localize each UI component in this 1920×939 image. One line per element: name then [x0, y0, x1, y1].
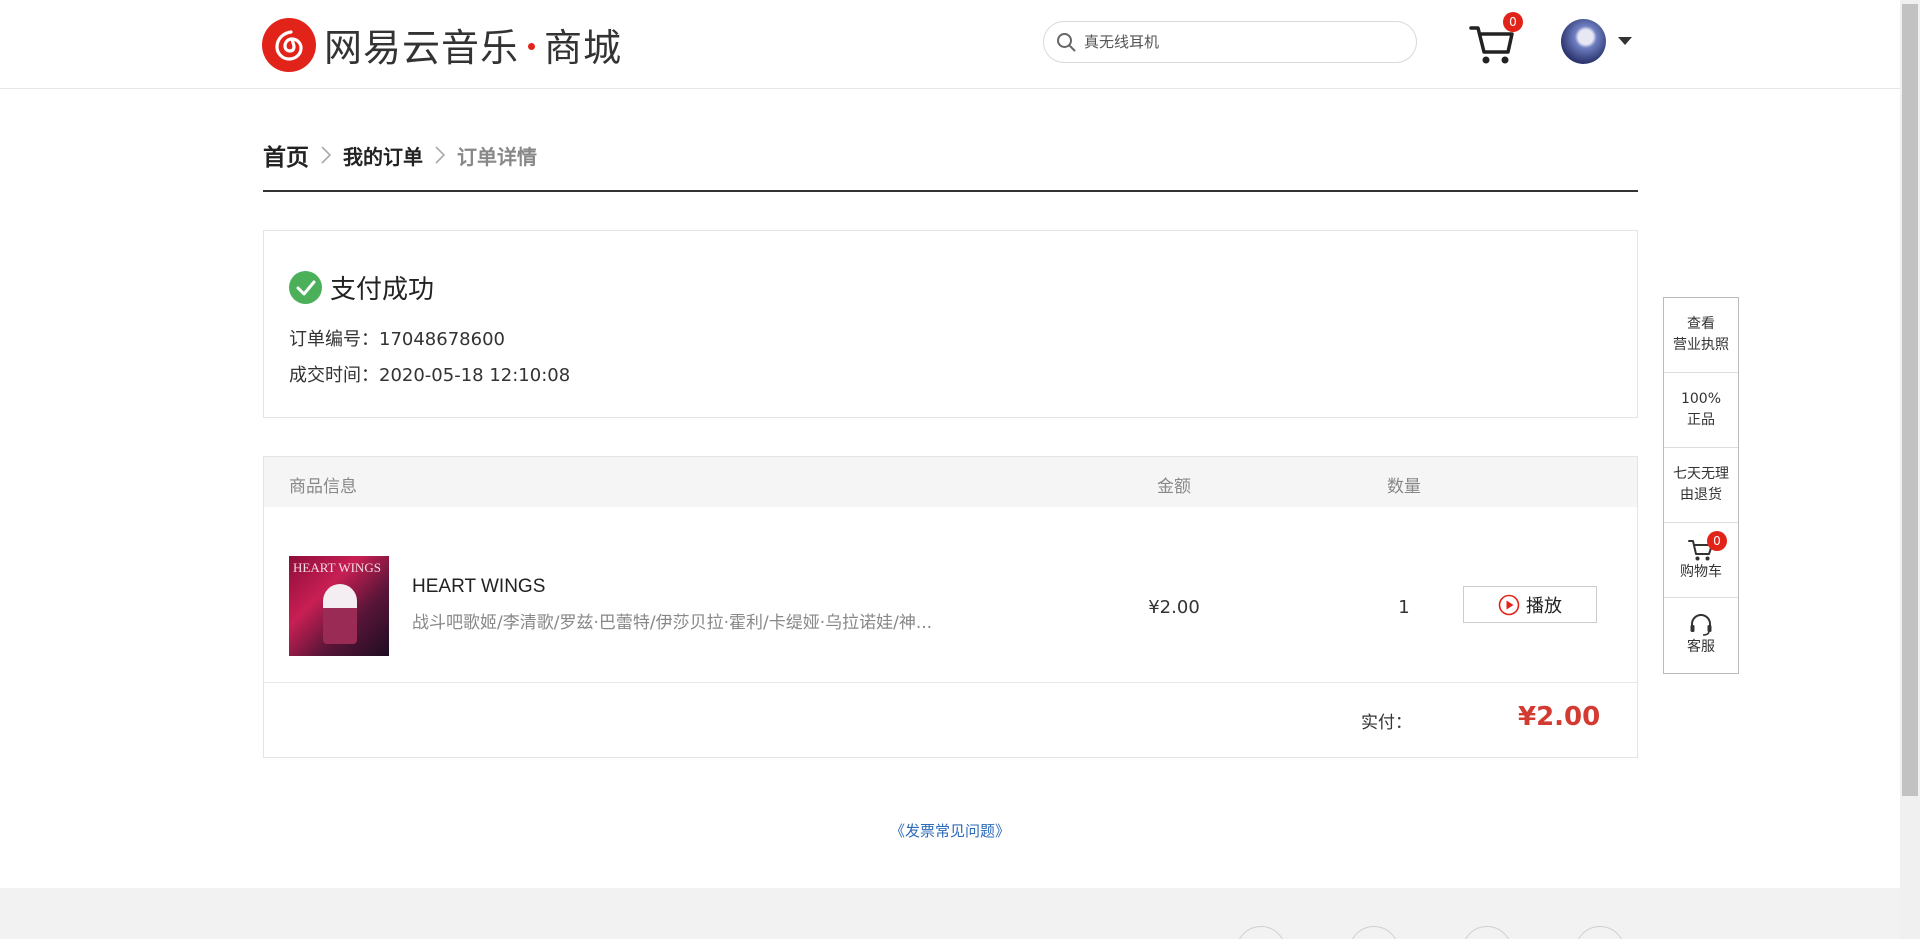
chevron-right-icon — [435, 146, 445, 164]
breadcrumb-divider — [263, 190, 1638, 192]
breadcrumb-current: 订单详情 — [457, 144, 537, 169]
album-cover-art — [323, 584, 357, 644]
logo-text: 网易云音乐 商城 — [324, 17, 622, 72]
chevron-right-icon — [321, 146, 331, 164]
customer-service-label: 客服 — [1687, 639, 1715, 655]
user-avatar[interactable] — [1561, 19, 1606, 64]
transaction-time-value: 2020-05-18 12:10:08 — [379, 365, 571, 386]
view-business-license[interactable]: 查看 营业执照 — [1664, 298, 1738, 373]
search-input[interactable] — [1084, 33, 1404, 51]
play-label: 播放 — [1526, 595, 1562, 617]
genuine-line-1: 100% — [1680, 391, 1722, 407]
returns-line-1: 七天无理 — [1673, 466, 1729, 482]
logo-brand: 网易云音乐 — [324, 26, 520, 70]
table-header: 商品信息 金额 数量 — [264, 457, 1637, 507]
side-cart-label: 购物车 — [1680, 563, 1722, 580]
logo[interactable]: 网易云音乐 商城 — [262, 17, 622, 72]
side-cart-count-badge: 0 — [1707, 531, 1727, 551]
breadcrumb: 首页 我的订单 订单详情 — [263, 138, 537, 172]
headset-icon — [1690, 614, 1712, 636]
paid-label: 实付： — [1361, 713, 1412, 733]
footer-icon[interactable] — [1349, 926, 1399, 939]
header-product-info: 商品信息 — [289, 477, 357, 497]
order-number: 订单编号：17048678600 — [289, 325, 505, 351]
chevron-down-icon[interactable] — [1618, 37, 1632, 45]
breadcrumb-my-orders[interactable]: 我的订单 — [343, 141, 423, 170]
transaction-time: 成交时间：2020-05-18 12:10:08 — [289, 361, 570, 387]
payment-status-panel: 支付成功 订单编号：17048678600 成交时间：2020-05-18 12… — [263, 230, 1638, 418]
netease-music-logo-icon — [262, 17, 316, 72]
footer-icon[interactable] — [1236, 926, 1286, 939]
cart-count-badge: 0 — [1503, 12, 1523, 32]
order-number-value: 17048678600 — [379, 329, 505, 350]
license-line-2: 营业执照 — [1673, 337, 1729, 353]
page: 网易云音乐商城 0 首页 我的订单 订单详情 — [0, 0, 1920, 939]
album-cover[interactable]: HEART WINGS — [289, 556, 389, 656]
customer-service-button[interactable]: 客服 — [1664, 598, 1738, 673]
paid-amount: ¥2.00 — [1518, 702, 1601, 732]
logo-dot — [528, 43, 536, 50]
play-circle-icon — [1498, 594, 1520, 615]
product-artists: 战斗吧歌姬/李清歌/罗兹·巴蕾特/伊莎贝拉·霍利/卡缇娅·乌拉诺娃/神... — [412, 613, 933, 633]
page-scrollbar[interactable] — [1900, 0, 1920, 939]
header-amount: 金额 — [1157, 477, 1191, 497]
payment-success-text: 支付成功 — [330, 275, 435, 305]
status-title: 支付成功 — [289, 269, 434, 306]
search-icon — [1057, 33, 1076, 52]
product-name[interactable]: HEART WINGS — [412, 576, 545, 598]
side-service-panel: 查看 营业执照 100% 正品 七天无理 由退货 购物车 0 客服 — [1663, 297, 1739, 674]
genuine-line-2: 正品 — [1687, 412, 1715, 428]
returns-line-2: 由退货 — [1680, 487, 1722, 503]
table-row: HEART WINGS HEART WINGS 战斗吧歌姬/李清歌/罗兹·巴蕾特… — [264, 507, 1637, 683]
search-box[interactable] — [1043, 21, 1417, 63]
transaction-time-label: 成交时间： — [289, 365, 379, 386]
check-circle-icon — [289, 271, 322, 304]
product-price: ¥2.00 — [1148, 597, 1200, 618]
footer-icon[interactable] — [1575, 926, 1625, 939]
logo-store: 商城 — [544, 26, 623, 70]
scrollbar-thumb[interactable] — [1902, 4, 1918, 796]
side-cart-button[interactable]: 购物车 0 — [1664, 523, 1738, 598]
genuine-guarantee[interactable]: 100% 正品 — [1664, 373, 1738, 448]
play-button[interactable]: 播放 — [1463, 586, 1597, 623]
breadcrumb-home[interactable]: 首页 — [263, 138, 309, 172]
license-line-1: 查看 — [1687, 316, 1715, 332]
order-items-table: 商品信息 金额 数量 HEART WINGS HEART WINGS 战斗吧歌姬… — [263, 456, 1638, 758]
top-header: 网易云音乐商城 0 — [0, 0, 1900, 89]
product-quantity: 1 — [1398, 597, 1410, 618]
footer-icon[interactable] — [1462, 926, 1512, 939]
album-cover-title: HEART WINGS — [293, 560, 381, 575]
order-number-label: 订单编号： — [289, 329, 379, 350]
invoice-faq-link[interactable]: 《发票常见问题》 — [0, 820, 1900, 841]
footer — [0, 888, 1900, 939]
header-quantity: 数量 — [1387, 477, 1421, 497]
seven-day-returns[interactable]: 七天无理 由退货 — [1664, 448, 1738, 523]
